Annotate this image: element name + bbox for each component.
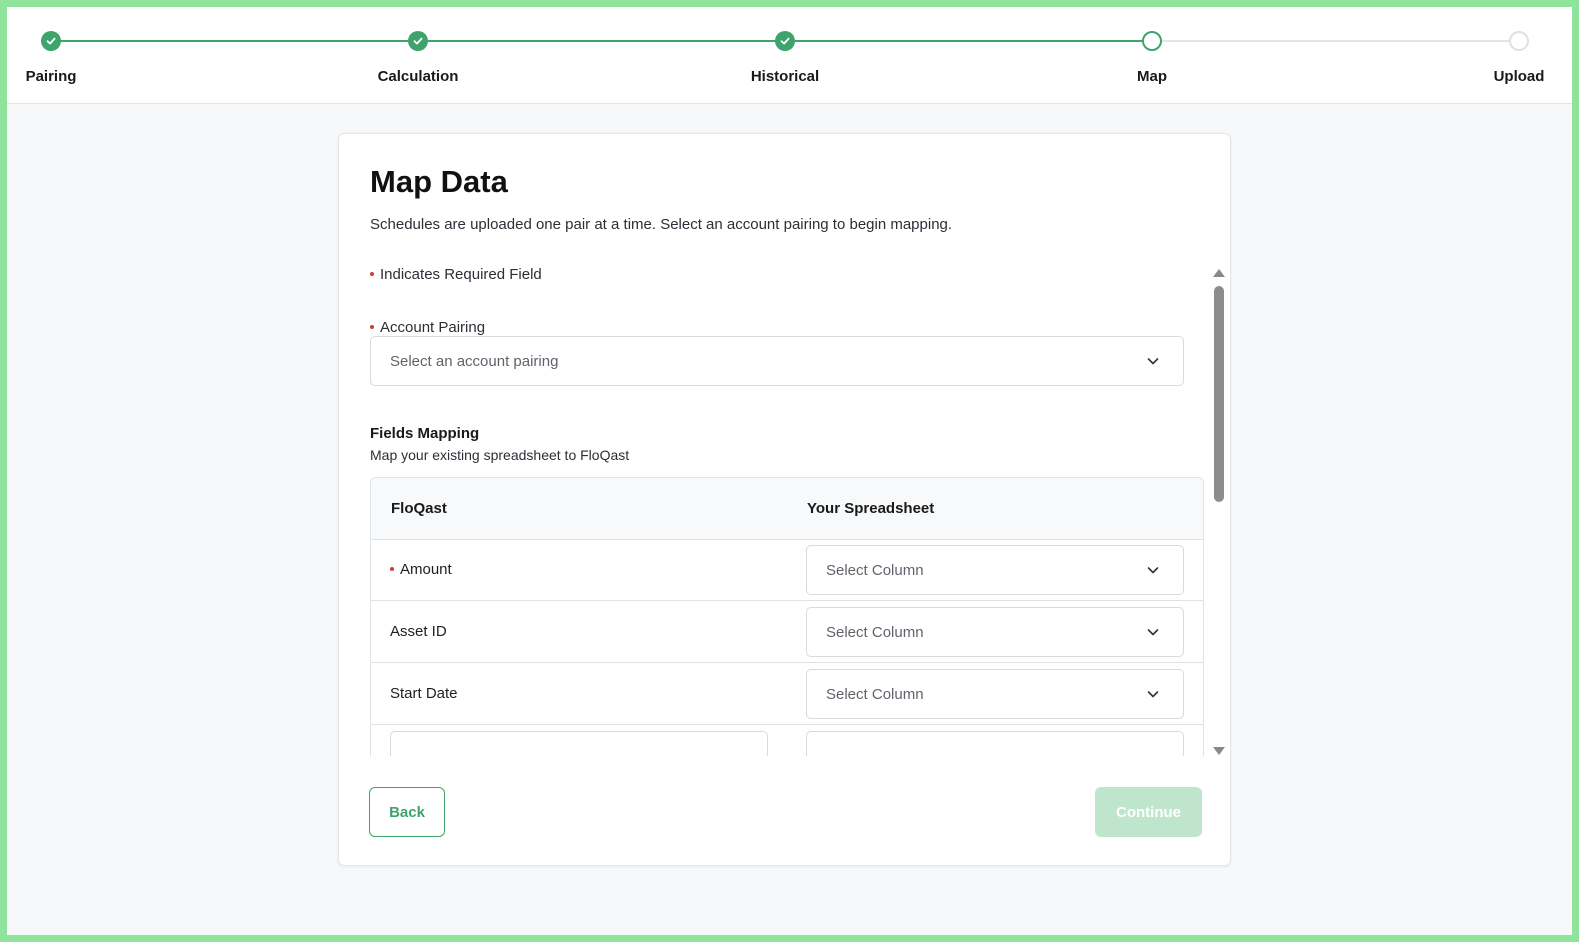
start-date-column-select[interactable]: Select Column xyxy=(806,669,1184,719)
stepper-track-remaining xyxy=(1152,40,1519,42)
app-frame: Pairing Calculation Historical Map Uploa… xyxy=(0,0,1579,942)
row-label: Start Date xyxy=(390,685,458,702)
page-title: Map Data xyxy=(370,164,508,199)
scrollbar-thumb[interactable] xyxy=(1214,286,1224,502)
account-pairing-label: Account Pairing xyxy=(370,319,485,336)
account-pairing-label-text: Account Pairing xyxy=(380,319,486,336)
fields-mapping-table: FloQast Your Spreadsheet Amount Select C… xyxy=(370,477,1204,756)
page-subtitle: Schedules are uploaded one pair at a tim… xyxy=(370,216,953,233)
column-header-floqast: FloQast xyxy=(391,500,447,517)
continue-button[interactable]: Continue xyxy=(1095,787,1202,837)
chevron-down-icon xyxy=(1147,629,1159,636)
chevron-down-icon xyxy=(1147,358,1159,365)
stepper-track-completed xyxy=(51,40,1152,42)
back-button[interactable]: Back xyxy=(369,787,445,837)
amount-column-select[interactable]: Select Column xyxy=(806,545,1184,595)
required-dot-icon xyxy=(370,325,374,330)
table-row-amount: Amount Select Column xyxy=(371,539,1203,601)
account-pairing-placeholder: Select an account pairing xyxy=(390,352,559,370)
step-label-map: Map xyxy=(1137,68,1167,85)
fields-mapping-subtitle: Map your existing spreadsheet to FloQast xyxy=(370,447,630,463)
step-label-upload: Upload xyxy=(1493,68,1545,85)
step-historical-check-icon xyxy=(775,31,795,51)
step-pairing-check-icon xyxy=(41,31,61,51)
column-header-spreadsheet: Your Spreadsheet xyxy=(807,500,935,517)
required-legend: Indicates Required Field xyxy=(370,266,542,283)
step-label-pairing: Pairing xyxy=(25,68,77,85)
step-map-current-icon xyxy=(1142,31,1162,51)
required-legend-text: Indicates Required Field xyxy=(380,266,542,283)
chevron-down-icon xyxy=(1147,567,1159,574)
vertical-scrollbar[interactable] xyxy=(1212,266,1226,758)
required-dot-icon xyxy=(390,567,394,572)
custom-field-input[interactable] xyxy=(390,731,768,756)
chevron-down-icon xyxy=(1147,691,1159,698)
table-row-start-date: Start Date Select Column xyxy=(371,663,1203,725)
fields-mapping-title: Fields Mapping xyxy=(370,425,480,442)
select-placeholder: Select Column xyxy=(826,623,924,641)
step-upload-pending-icon xyxy=(1509,31,1529,51)
step-label-calculation: Calculation xyxy=(377,68,459,85)
required-dot-icon xyxy=(370,272,374,277)
table-header: FloQast Your Spreadsheet xyxy=(371,478,1203,540)
row-label: Amount xyxy=(390,561,452,578)
scroll-down-arrow-icon[interactable] xyxy=(1213,747,1225,755)
select-placeholder: Select Column xyxy=(826,685,924,703)
account-pairing-select[interactable]: Select an account pairing xyxy=(370,336,1184,386)
table-row-custom xyxy=(371,725,1203,756)
map-data-card: Map Data Schedules are uploaded one pair… xyxy=(338,133,1231,866)
select-placeholder: Select Column xyxy=(826,561,924,579)
scroll-up-arrow-icon[interactable] xyxy=(1213,269,1225,277)
row-label-text: Amount xyxy=(400,561,452,578)
table-row-asset-id: Asset ID Select Column xyxy=(371,601,1203,663)
step-label-historical: Historical xyxy=(750,68,820,85)
row-label: Asset ID xyxy=(390,623,447,640)
progress-stepper: Pairing Calculation Historical Map Uploa… xyxy=(7,7,1572,104)
step-calculation-check-icon xyxy=(408,31,428,51)
asset-id-column-select[interactable]: Select Column xyxy=(806,607,1184,657)
form-scroll-area[interactable]: Indicates Required Field Account Pairing… xyxy=(339,264,1209,756)
custom-column-select[interactable] xyxy=(806,731,1184,756)
